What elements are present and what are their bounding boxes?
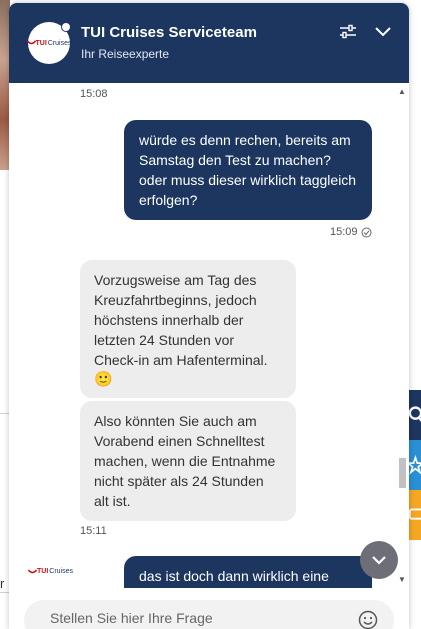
incoming-message: Vorzugsweise am Tag des Kreuzfahrtbeginn… bbox=[80, 260, 296, 398]
settings-sliders-icon bbox=[340, 24, 356, 39]
tui-logo: TUI Cruises bbox=[26, 39, 72, 47]
message-list: 15:08 würde es denn rechen, bereits am S… bbox=[9, 83, 394, 588]
page-subtitle: Ihr Reiseexperte bbox=[81, 47, 170, 61]
logo-text: TUI bbox=[35, 39, 47, 47]
read-check-icon bbox=[361, 227, 372, 237]
message-timestamp: 15:09 bbox=[330, 226, 372, 238]
outgoing-message: würde es denn rechen, bereits am Samstag… bbox=[124, 120, 372, 220]
message-timestamp: 15:08 bbox=[80, 88, 108, 100]
minimize-button[interactable] bbox=[372, 21, 394, 43]
chat-icon bbox=[408, 508, 421, 520]
scroll-down-arrow-icon[interactable]: ▼ bbox=[398, 575, 406, 584]
message-timestamp: 15:11 bbox=[80, 525, 107, 537]
chat-header: TUI Cruises TUI Cruises Serviceteam Ihr … bbox=[9, 3, 409, 83]
message-text: das ist doch dann wirklich eine bbox=[139, 568, 329, 584]
tui-smile-icon bbox=[26, 40, 36, 45]
search-icon bbox=[408, 406, 421, 422]
chevron-down-icon bbox=[375, 27, 391, 37]
online-status-indicator bbox=[61, 22, 71, 32]
scroll-up-arrow-icon[interactable]: ▲ bbox=[398, 87, 406, 96]
logo-subtext: Cruises bbox=[49, 568, 74, 575]
chat-widget: TUI Cruises TUI Cruises Serviceteam Ihr … bbox=[9, 3, 409, 629]
logo-text: TUI bbox=[37, 568, 49, 575]
message-text: Vorzugsweise am Tag des Kreuzfahrtbeginn… bbox=[94, 272, 268, 368]
settings-button[interactable] bbox=[337, 21, 359, 43]
message-text: Also könnten Sie auch am Vorabend einen … bbox=[94, 413, 276, 509]
side-quick-actions bbox=[408, 390, 421, 540]
star-icon bbox=[408, 455, 421, 475]
chevron-down-icon bbox=[372, 556, 386, 565]
logo-subtext: Cruises bbox=[47, 39, 72, 47]
message-input-bar bbox=[24, 600, 394, 629]
agent-logo: TUI Cruises bbox=[28, 568, 73, 575]
scroll-to-bottom-button[interactable] bbox=[360, 541, 398, 579]
side-chat-button[interactable] bbox=[408, 490, 421, 540]
emoji-button[interactable] bbox=[358, 610, 378, 629]
smile-emoji-icon: 🙂 bbox=[94, 371, 113, 388]
outgoing-message: das ist doch dann wirklich eine bbox=[124, 556, 372, 588]
message-time: 15:09 bbox=[330, 226, 358, 238]
incoming-message: Also könnten Sie auch am Vorabend einen … bbox=[80, 401, 296, 521]
tui-smile-icon bbox=[28, 568, 37, 573]
side-favorite-button[interactable] bbox=[408, 440, 421, 490]
side-search-button[interactable] bbox=[408, 390, 421, 440]
background-text-fragment: r bbox=[0, 576, 5, 591]
message-input[interactable] bbox=[48, 609, 342, 627]
scrollbar-thumb[interactable] bbox=[399, 458, 406, 488]
message-text: würde es denn rechen, bereits am Samstag… bbox=[139, 132, 357, 208]
message-scrollbar[interactable]: ▲ ▼ bbox=[396, 83, 409, 588]
page-title: TUI Cruises Serviceteam bbox=[81, 24, 257, 41]
smiley-icon bbox=[358, 610, 378, 629]
